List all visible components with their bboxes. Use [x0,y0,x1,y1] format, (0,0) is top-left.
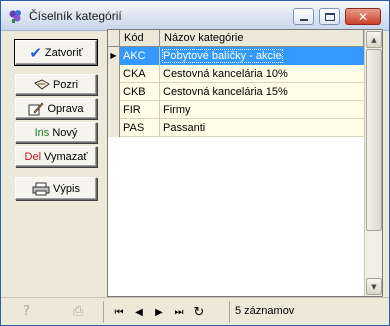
indicator-column-header [108,30,120,46]
first-record-icon: ⏮ [114,306,124,318]
cell-name[interactable]: Cestovná kancelária 15% [160,83,364,101]
minimize-button[interactable] [293,8,314,25]
button-panel: ✔ Zatvoriť Pozri Oprava Ins Nový Del Vym… [5,31,105,297]
next-record-button[interactable]: ▶ [150,303,168,321]
glasses-icon [34,78,50,90]
status-bar: ? ⎙ ⏮ ◀ ▶ ⏭ ↻ 5 záznamov [1,297,389,325]
close-icon: ✕ [357,9,369,24]
scroll-down-button[interactable]: ▼ [366,278,382,295]
cell-code[interactable]: FIR [120,101,160,119]
vertical-scrollbar[interactable]: ▲ ▼ [364,30,382,296]
view-button[interactable]: Pozri [15,74,97,95]
first-record-button[interactable]: ⏮ [110,303,128,321]
row-indicator [108,65,120,83]
check-icon: ✔ [29,43,42,62]
close-window-button[interactable]: ✕ [345,8,381,25]
cell-name[interactable]: Passanti [160,119,364,137]
edit-button-label: Oprava [47,102,84,115]
delete-button-label: Vymazať [44,150,88,163]
new-button-shortcut: Ins [34,126,50,139]
arrow-down-icon: ▼ [371,282,377,291]
cell-name-text: Pobytové balíčky - akcie [162,49,283,63]
row-indicator-icon: ▶ [108,47,120,65]
app-icon [9,10,21,23]
divider [103,301,104,323]
row-indicator [108,119,120,137]
arrow-up-icon: ▲ [371,35,377,44]
printer-icon [32,182,50,195]
last-record-icon: ⏭ [174,306,184,318]
delete-button[interactable]: Del Vymazať [15,146,97,167]
table-row[interactable]: CKB Cestovná kancelária 15% [108,83,364,101]
view-button-label: Pozri [52,78,79,91]
cell-code[interactable]: CKA [120,65,160,83]
maximize-button[interactable] [319,8,340,25]
edit-button[interactable]: Oprava [15,98,97,119]
divider [229,301,230,323]
table-row[interactable]: CKA Cestovná kancelária 10% [108,65,364,83]
category-dialog-window: Číselník kategórií ✕ ✔ Zatvoriť Pozri Op… [0,0,390,326]
table-row[interactable]: PAS Passanti [108,119,364,137]
printer-disabled-icon[interactable]: ⎙ [73,304,83,319]
last-record-button[interactable]: ⏭ [170,303,188,321]
close-button[interactable]: ✔ Zatvoriť [15,40,97,65]
help-icon[interactable]: ? [23,304,30,319]
record-count: 5 záznamov [235,305,295,317]
refresh-icon: ↻ [193,304,205,320]
cell-code[interactable]: CKB [120,83,160,101]
scroll-up-button[interactable]: ▲ [366,31,382,48]
window-title: Číselník kategórií [29,9,122,23]
scroll-thumb[interactable] [366,49,382,231]
cell-code[interactable]: AKC [120,47,160,65]
refresh-button[interactable]: ↻ [190,303,208,321]
previous-record-icon: ◀ [135,306,143,318]
table-row[interactable]: FIR Firmy [108,101,364,119]
next-record-icon: ▶ [155,306,163,318]
maximize-icon [324,12,335,21]
new-button[interactable]: Ins Nový [15,122,97,143]
table-row[interactable]: ▶ AKC Pobytové balíčky - akcie [108,47,364,65]
print-button[interactable]: Výpis [15,177,97,200]
cell-code[interactable]: PAS [120,119,160,137]
pencil-icon [28,101,44,115]
row-indicator [108,83,120,101]
minimize-icon [299,18,308,21]
grid-header: Kód Názov kategórie [108,30,364,47]
new-button-label: Nový [52,126,78,139]
print-button-label: Výpis [53,182,80,195]
cell-name[interactable]: Firmy [160,101,364,119]
column-header-code[interactable]: Kód [120,30,160,46]
title-bar[interactable]: Číselník kategórií ✕ [1,1,389,31]
row-indicator [108,101,120,119]
close-button-label: Zatvoriť [44,46,83,59]
cell-name[interactable]: Cestovná kancelária 10% [160,65,364,83]
column-header-name[interactable]: Názov kategórie [160,30,364,46]
cell-name[interactable]: Pobytové balíčky - akcie [160,47,364,65]
previous-record-button[interactable]: ◀ [130,303,148,321]
category-grid[interactable]: Kód Názov kategórie ▶ AKC Pobytové balíč… [107,29,383,297]
delete-button-shortcut: Del [24,150,42,163]
